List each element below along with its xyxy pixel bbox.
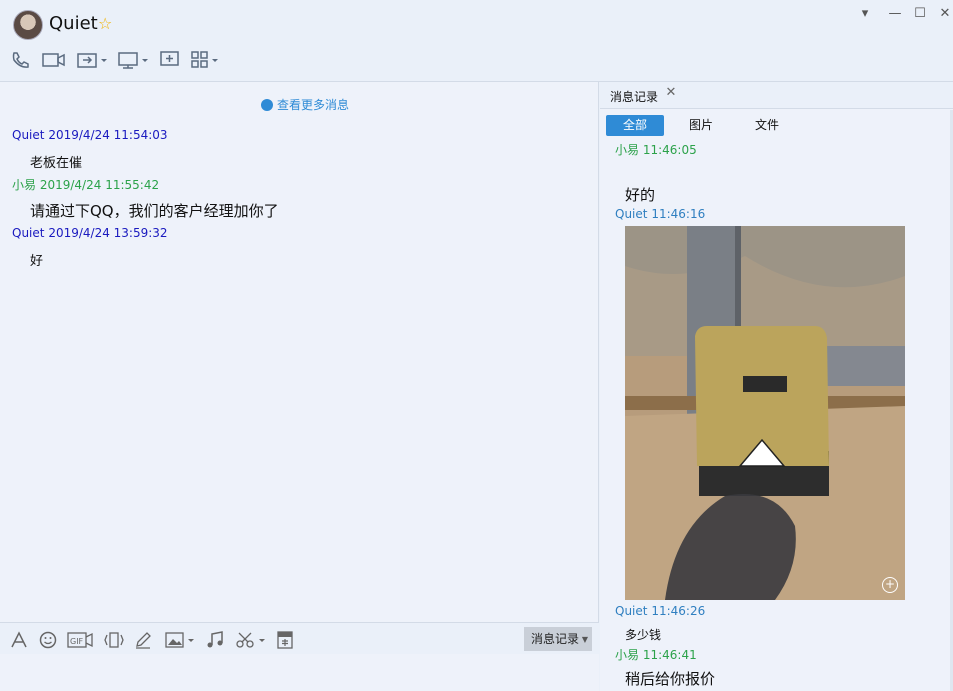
- title-bar: Quiet ☆ ▾ — ☐ ✕: [0, 0, 953, 82]
- font-icon[interactable]: [10, 631, 28, 649]
- filter-all[interactable]: 全部: [606, 115, 664, 136]
- message-input[interactable]: [0, 654, 599, 691]
- file-transfer-icon[interactable]: [77, 50, 109, 72]
- input-toolbar: GIF 消息记录 ▼: [0, 622, 599, 654]
- screen-share-icon[interactable]: [118, 50, 150, 72]
- sender-name: 小易: [615, 143, 640, 157]
- svg-text:GIF: GIF: [70, 637, 84, 646]
- history-entry-header: Quiet 11:46:16: [615, 207, 705, 221]
- history-entry-header: 小易 11:46:05: [615, 141, 697, 158]
- filter-files[interactable]: 文件: [742, 115, 792, 136]
- message-text: 好: [30, 254, 44, 269]
- message-time: 2019/4/24 11:54:03: [48, 128, 168, 142]
- chevron-down-icon: ▼: [581, 635, 588, 644]
- close-icon[interactable]: ✕: [664, 86, 678, 100]
- tab-message-history[interactable]: 消息记录: [610, 88, 658, 105]
- sender-name: Quiet: [615, 604, 648, 618]
- screenshot-icon[interactable]: [236, 631, 268, 649]
- sender-name[interactable]: Quiet: [12, 128, 44, 142]
- history-message-text: 多少钱: [625, 628, 662, 642]
- history-message-text: 稍后给你报价: [625, 670, 716, 688]
- message-time: 11:46:05: [642, 143, 697, 157]
- message-header: Quiet 2019/4/24 11:54:03: [12, 128, 168, 142]
- maximize-icon[interactable]: ☐: [912, 6, 928, 22]
- image-icon[interactable]: [165, 631, 197, 649]
- message-header: 小易 2019/4/24 11:55:42: [12, 176, 159, 193]
- sender-name[interactable]: Quiet: [12, 226, 44, 240]
- add-chat-icon[interactable]: [160, 50, 180, 72]
- sender-name: Quiet: [615, 207, 648, 221]
- red-packet-icon[interactable]: [276, 631, 294, 649]
- star-icon: ☆: [98, 14, 113, 33]
- sender-name: 小易: [615, 648, 640, 662]
- history-entry-header: 小易 11:46:41: [615, 646, 697, 663]
- filter-images[interactable]: 图片: [676, 115, 726, 136]
- message-time: 11:46:41: [642, 648, 697, 662]
- emoji-icon[interactable]: [39, 631, 57, 649]
- apps-icon[interactable]: [191, 50, 221, 72]
- history-entry-header: Quiet 11:46:26: [615, 604, 705, 618]
- music-icon[interactable]: [206, 631, 224, 649]
- history-message-text: 好的: [625, 186, 656, 204]
- message-history-label: 消息记录: [531, 632, 580, 646]
- message-time: 11:46:26: [651, 604, 706, 618]
- close-icon[interactable]: ✕: [937, 6, 953, 22]
- message-header: Quiet 2019/4/24 13:59:32: [12, 226, 168, 240]
- phone-icon[interactable]: [10, 50, 30, 72]
- message-text: 老板在催: [30, 156, 83, 171]
- message-time: 2019/4/24 13:59:32: [48, 226, 168, 240]
- sender-name[interactable]: 小易: [12, 178, 36, 192]
- view-more-label: 查看更多消息: [277, 98, 350, 112]
- shake-icon[interactable]: [103, 631, 125, 649]
- chevron-down-icon[interactable]: ▾: [857, 6, 873, 22]
- minimize-icon[interactable]: —: [887, 6, 903, 22]
- message-history-button[interactable]: 消息记录 ▼: [524, 627, 592, 651]
- contact-name[interactable]: Quiet: [49, 13, 98, 34]
- message-time: 11:46:16: [651, 207, 706, 221]
- handwriting-icon[interactable]: [134, 631, 152, 649]
- video-icon[interactable]: [42, 50, 66, 72]
- gif-icon[interactable]: GIF: [67, 631, 93, 649]
- chat-history[interactable]: 查看更多消息 Quiet 2019/4/24 11:54:03 老板在催 小易 …: [0, 82, 599, 622]
- history-photo[interactable]: [625, 226, 905, 600]
- panel-tab-bar: 消息记录 ✕: [600, 82, 953, 109]
- clock-icon: [261, 99, 273, 111]
- avatar[interactable]: [13, 10, 43, 40]
- view-more-messages-link[interactable]: 查看更多消息: [261, 96, 349, 113]
- message-time: 2019/4/24 11:55:42: [39, 178, 160, 192]
- zoom-in-icon[interactable]: +: [882, 577, 898, 593]
- message-text: 请通过下QQ，我们的客户经理加你了: [30, 202, 279, 220]
